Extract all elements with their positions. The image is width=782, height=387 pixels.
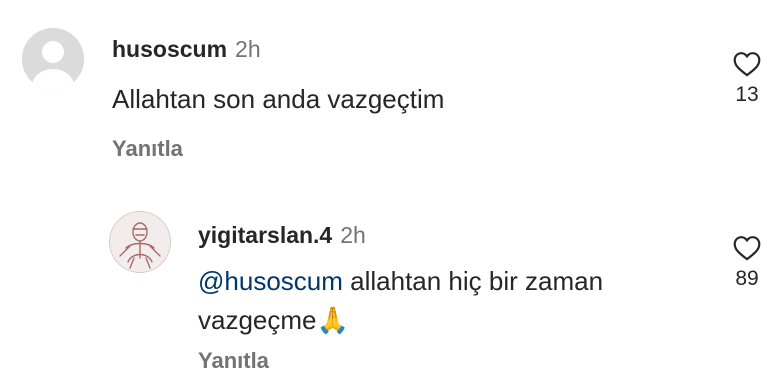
comment-text: Allahtan son anda vazgeçtim — [112, 84, 445, 114]
like-count: 89 — [735, 267, 759, 290]
heart-icon[interactable] — [725, 234, 769, 261]
username[interactable]: yigitarslan.4 — [198, 222, 332, 248]
timestamp: 2h — [340, 222, 366, 248]
reply-button[interactable]: Yanıtla — [198, 348, 269, 374]
heart-icon[interactable] — [725, 50, 769, 77]
like-control: 13 — [725, 50, 769, 107]
avatar[interactable] — [22, 28, 84, 90]
comment-meta: yigitarslan.4 2h — [198, 222, 366, 249]
timestamp: 2h — [235, 36, 261, 62]
comment-text-part: vazgeçme — [198, 305, 317, 335]
comments-screen: { "comments": [ { "username": "husoscum"… — [0, 0, 782, 387]
reply-comment-item: yigitarslan.4 2h @husoscum allahtan hiç b… — [0, 190, 782, 387]
reply-button[interactable]: Yanıtla — [112, 136, 183, 162]
comment-text-line-1: @husoscum allahtan hiç bir zaman — [198, 262, 603, 301]
username[interactable]: husoscum — [112, 36, 227, 62]
comment-meta: husoscum 2h — [112, 36, 261, 63]
comment-text-line-2: vazgeçme🙏 — [198, 301, 603, 341]
avatar[interactable] — [110, 212, 170, 272]
like-count: 13 — [735, 83, 759, 106]
like-control: 89 — [725, 234, 769, 291]
drawn-portrait-avatar — [110, 212, 170, 272]
comment-text-part: allahtan hiç bir zaman — [342, 266, 604, 296]
praying-hands-emoji: 🙏 — [316, 306, 349, 336]
default-avatar-icon — [22, 28, 84, 90]
comment-text: @husoscum allahtan hiç bir zaman vazgeçm… — [198, 262, 603, 341]
mention-link[interactable]: @husoscum — [198, 266, 343, 296]
comment-item: husoscum 2h Allahtan son anda vazgeçtim Y… — [0, 0, 782, 190]
